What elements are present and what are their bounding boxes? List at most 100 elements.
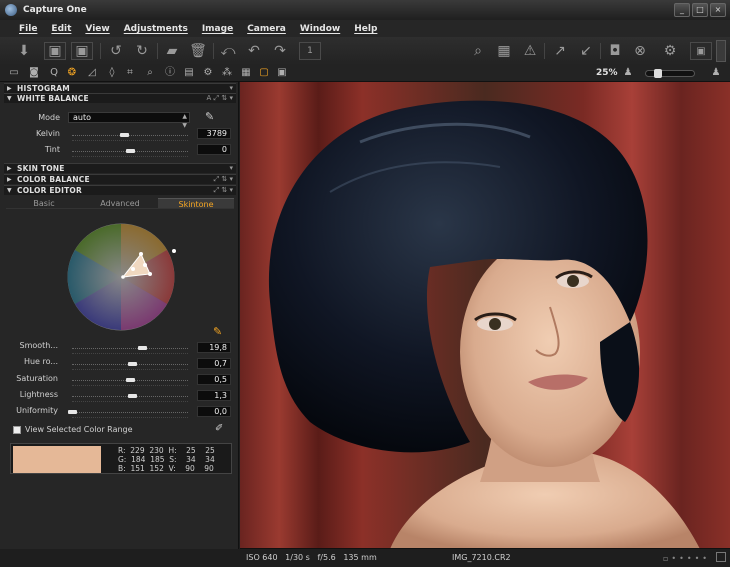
single-view-icon[interactable]: ▢ [258, 67, 270, 79]
tint-value[interactable]: 0 [197, 144, 231, 155]
section-color-balance[interactable]: ▶ COLOR BALANCE ⤢ ⇅ ▾ [4, 174, 236, 184]
expand-icon: ▶ [7, 176, 12, 183]
color-tab-icon[interactable]: ❂ [66, 67, 78, 79]
view-selected-checkbox[interactable] [13, 426, 21, 434]
lightness-thumb[interactable] [128, 394, 138, 398]
smoothness-thumb[interactable] [137, 346, 147, 350]
section-color-editor[interactable]: ▼ COLOR EDITOR ⤢ ⇅ ▾ [4, 185, 236, 195]
section-white-balance[interactable]: ▼ WHITE BALANCE A ⤢ ⇅ ▾ [4, 93, 236, 103]
rating-dots-icon[interactable]: ▫••••• [663, 554, 710, 563]
close-button[interactable]: × [710, 3, 726, 17]
main-toolbar: ⬇ ▣ ▣ ↺ ↻ ▰ 🗑 ⤺ ↶ ↷ 1 ⌕ ▦ ⚠ ↗ ↙ ◘ ⊗ ⚙ ▣ [0, 37, 730, 65]
filmstrip-view-icon[interactable]: ▣ [276, 67, 288, 79]
gear-icon[interactable]: ⚙ [660, 41, 680, 61]
toolbar-scroller[interactable] [716, 40, 726, 62]
rotate-left-icon[interactable]: ↺ [106, 41, 126, 61]
person-small-icon: ♟ [623, 67, 633, 78]
lightness-value[interactable]: 1,3 [197, 390, 231, 401]
grid-icon[interactable]: ▦ [494, 41, 514, 61]
tab-basic[interactable]: Basic [6, 198, 82, 208]
menu-image[interactable]: Image [195, 24, 240, 34]
filename: IMG_7210.CR2 [452, 553, 511, 562]
kelvin-slider-thumb[interactable] [120, 133, 130, 137]
saturation-thumb[interactable] [126, 378, 135, 382]
redo-icon[interactable]: ↷ [270, 41, 290, 61]
tab-advanced[interactable]: Advanced [82, 198, 158, 208]
single-view-icon[interactable]: 1 [299, 42, 321, 60]
kelvin-label: Kelvin [35, 129, 60, 138]
rgb-readout-b: B: 151 152 V: 90 90 [118, 464, 214, 473]
batch-tab-icon[interactable]: ⁂ [221, 67, 233, 79]
color-wheel[interactable] [66, 222, 176, 332]
section-icons[interactable]: ⤢ ⇅ ▾ [214, 175, 233, 184]
section-menu-icon[interactable]: ▾ [229, 84, 233, 92]
info-tab-icon[interactable]: ⓘ [164, 67, 176, 79]
maximize-button[interactable]: □ [692, 3, 708, 17]
expand-icon: ▶ [7, 165, 12, 172]
trash-icon[interactable]: 🗑 [188, 41, 208, 61]
apply-arrow-icon[interactable]: ↙ [576, 41, 596, 61]
folder-icon[interactable]: ▰ [162, 41, 182, 61]
menu-help[interactable]: Help [347, 24, 384, 34]
tab-skintone[interactable]: Skintone [158, 198, 234, 209]
wb-picker-icon[interactable]: ✎ [205, 110, 214, 123]
hue-rotation-thumb[interactable] [128, 362, 138, 366]
filmstrip-toggle-icon[interactable] [716, 552, 726, 562]
focus-tab-icon[interactable]: ⌕ [144, 67, 156, 79]
menu-edit[interactable]: Edit [44, 24, 78, 34]
section-histogram[interactable]: ▶ HISTOGRAM ▾ [4, 83, 236, 93]
hue-rotation-value[interactable]: 0,7 [197, 358, 231, 369]
minimize-button[interactable]: _ [674, 3, 690, 17]
tint-slider-thumb[interactable] [126, 149, 135, 153]
export-icon[interactable]: ▣ [71, 42, 93, 60]
menu-adjustments[interactable]: Adjustments [117, 24, 195, 34]
zoom-slider-thumb[interactable] [654, 69, 662, 78]
capture-icon[interactable]: ▣ [44, 42, 66, 60]
rotate-right-icon[interactable]: ↻ [132, 41, 152, 61]
pipette-icon[interactable]: ✐ [215, 423, 223, 434]
smoothness-track[interactable] [72, 348, 188, 349]
quick-tab-icon[interactable]: Q [48, 67, 60, 79]
eyedropper-icon[interactable]: ✎ [213, 325, 222, 338]
image-viewer[interactable] [240, 82, 730, 549]
fullscreen-icon[interactable]: ▣ [690, 42, 712, 60]
view-selected-label: View Selected Color Range [25, 425, 133, 434]
window-title: Capture One [23, 5, 87, 15]
uniformity-track[interactable] [72, 412, 188, 413]
undo-all-icon[interactable]: ⤺ [218, 41, 238, 61]
section-icons[interactable]: ⤢ ⇅ ▾ [214, 186, 233, 195]
import-icon[interactable]: ⬇ [14, 41, 34, 61]
settings-tab-icon[interactable]: ⚙ [202, 67, 214, 79]
wb-mode-select[interactable]: auto ▲ ▼ [68, 112, 190, 129]
uniformity-value[interactable]: 0,0 [197, 406, 231, 417]
grid-view-icon[interactable]: ▦ [240, 67, 252, 79]
zoom-slider[interactable] [645, 69, 695, 78]
undo-icon[interactable]: ↶ [244, 41, 264, 61]
menu-window[interactable]: Window [293, 24, 347, 34]
uniformity-label: Uniformity [16, 406, 58, 415]
kelvin-value[interactable]: 3789 [197, 128, 231, 139]
warning-icon[interactable]: ⚠ [520, 41, 540, 61]
pick-arrow-icon[interactable]: ↗ [550, 41, 570, 61]
tool-panel: ▶ HISTOGRAM ▾ ▼ WHITE BALANCE A ⤢ ⇅ ▾ Mo… [0, 82, 239, 549]
capture-tab-icon[interactable]: ◙ [28, 67, 40, 79]
smoothness-value[interactable]: 19,8 [197, 342, 231, 353]
menu-camera[interactable]: Camera [240, 24, 293, 34]
metadata-tab-icon[interactable]: ▤ [183, 67, 195, 79]
uniformity-thumb[interactable] [68, 410, 77, 414]
exposure-tab-icon[interactable]: ◿ [86, 67, 98, 79]
saturation-value[interactable]: 0,5 [197, 374, 231, 385]
zoom-level: 25% [596, 68, 618, 78]
section-menu-icon[interactable]: ▾ [229, 164, 233, 172]
crop-tab-icon[interactable]: ⌗ [124, 67, 136, 79]
menu-view[interactable]: View [78, 24, 116, 34]
section-icons[interactable]: A ⤢ ⇅ ▾ [207, 94, 233, 103]
menu-file[interactable]: File [12, 24, 44, 34]
library-tab-icon[interactable]: ▭ [8, 67, 20, 79]
section-skin-tone[interactable]: ▶ SKIN TONE ▾ [4, 163, 236, 173]
cancel-icon[interactable]: ⊗ [630, 41, 650, 61]
lens-tab-icon[interactable]: ◊ [106, 67, 118, 79]
kelvin-slider-track[interactable] [72, 135, 188, 136]
loupe-icon[interactable]: ⌕ [468, 41, 488, 61]
camera-icon[interactable]: ◘ [605, 41, 625, 61]
